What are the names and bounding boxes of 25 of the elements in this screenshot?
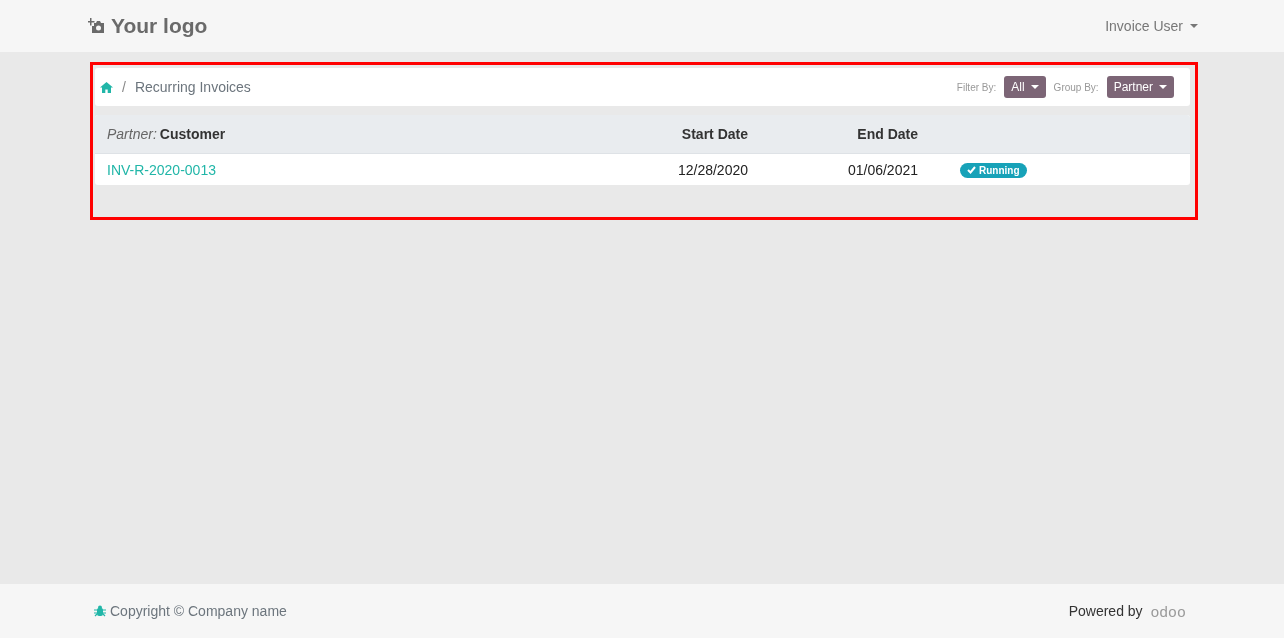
- column-header: Start Date: [680, 126, 749, 142]
- dropdown-button[interactable]: Partner: [1106, 76, 1174, 98]
- powered-by-text: Powered by: [1068, 603, 1143, 619]
- caret-icon: [1030, 85, 1039, 89]
- dropdown-button[interactable]: All: [1004, 76, 1046, 98]
- breadcrumb-separator: /: [122, 79, 126, 95]
- logo-text: Your logo: [111, 14, 208, 38]
- camera-icon: [88, 18, 105, 34]
- filter-label: Filter By:: [956, 81, 997, 93]
- breadcrumb-current: Recurring Invoices: [134, 79, 251, 95]
- invoice-link[interactable]: INV-R-2020-0013: [95, 161, 228, 178]
- home-icon[interactable]: [100, 81, 113, 93]
- table-cell-text: 01/06/2021: [846, 161, 919, 178]
- user-menu[interactable]: Invoice User: [1105, 18, 1198, 34]
- filter-label: Group By:: [1053, 81, 1099, 93]
- brand-logo[interactable]: odoo: [1150, 602, 1186, 620]
- column-header: End Date: [856, 126, 919, 142]
- bug-icon: [94, 605, 106, 617]
- caret-icon: [1159, 85, 1167, 89]
- caret-icon: [1190, 24, 1198, 28]
- check-icon: [967, 166, 976, 175]
- status-badge: Running: [960, 162, 1027, 178]
- copyright-text: Copyright © Company name: [110, 603, 287, 619]
- group-header: Partner: Customer: [106, 126, 227, 142]
- table-cell-text: 12/28/2020: [676, 161, 749, 178]
